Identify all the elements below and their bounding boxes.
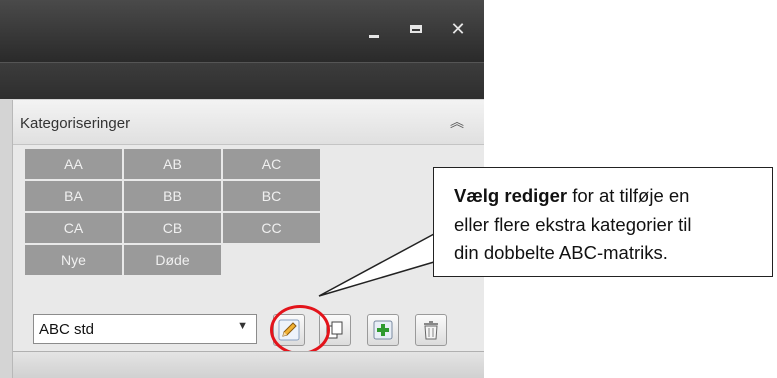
callout-line-3: din dobbelte ABC-matriks. [454,242,668,263]
callout-line-1: for at tilføje en [572,185,690,206]
callout-line-2: eller flere ekstra kategorier til [454,213,692,235]
callout-text: Vælg rediger for at tilføje en eller fle… [454,182,769,268]
callout-bold-text: Vælg rediger [454,185,568,206]
instruction-callout: Vælg rediger for at tilføje en eller fle… [433,167,773,277]
